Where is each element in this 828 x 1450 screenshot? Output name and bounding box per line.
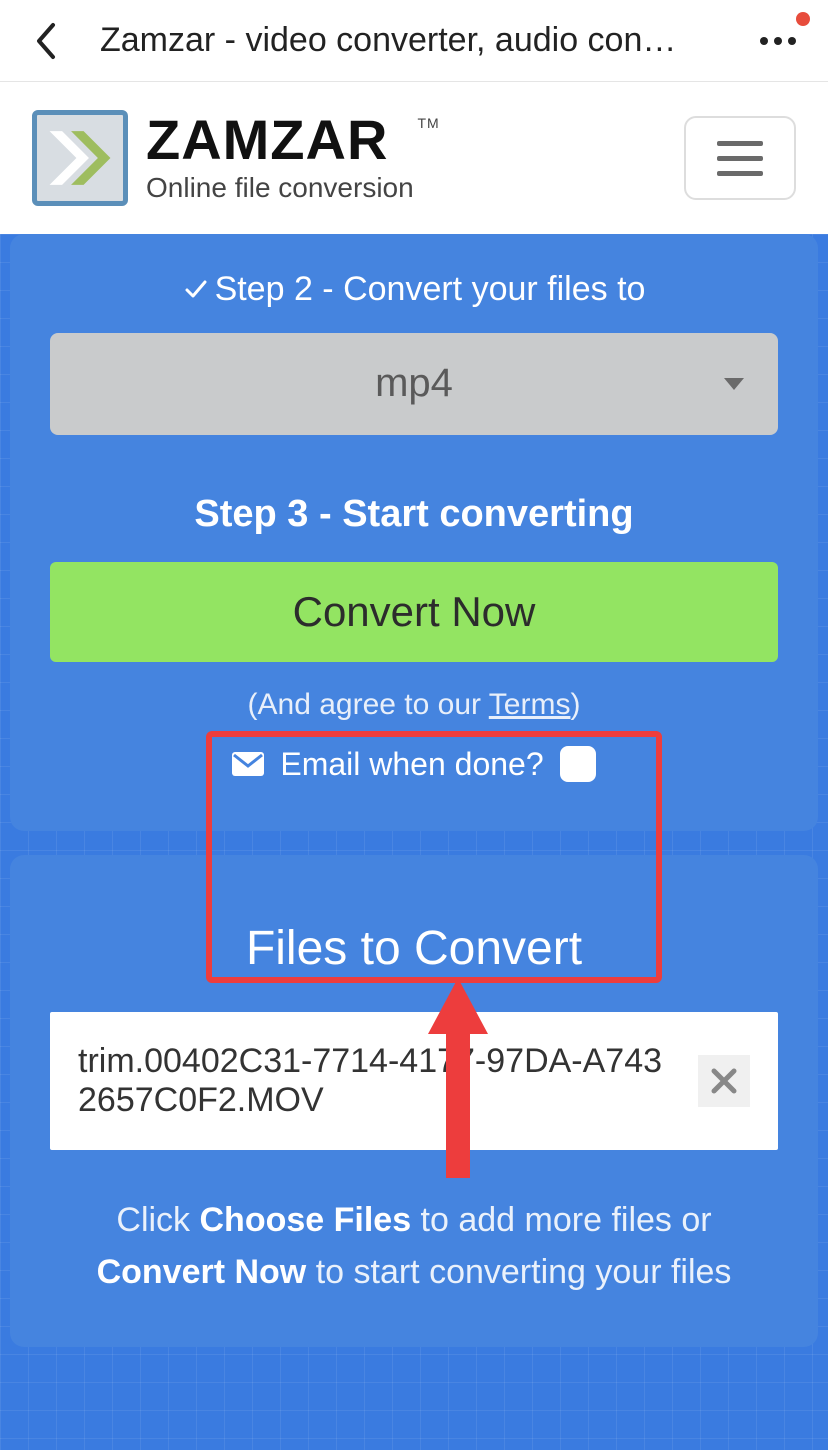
notification-dot-icon bbox=[796, 12, 810, 26]
step2-label: Step 2 - Convert your files to bbox=[50, 270, 778, 311]
brand-name: ZAMZARTM bbox=[146, 112, 414, 168]
file-remove-button[interactable] bbox=[698, 1055, 750, 1107]
menu-toggle-button[interactable] bbox=[684, 116, 796, 200]
more-horizontal-icon bbox=[760, 37, 796, 45]
trademark-label: TM bbox=[417, 116, 439, 130]
chevron-left-icon bbox=[34, 22, 56, 60]
email-when-done-label: Email when done? bbox=[280, 746, 543, 783]
file-name: trim.00402C31-7714-4177-97DA-A7432657C0F… bbox=[78, 1042, 678, 1120]
brand-tagline: Online file conversion bbox=[146, 172, 414, 204]
mail-icon bbox=[232, 752, 264, 776]
files-hint: Click Choose Files to add more files or … bbox=[50, 1194, 778, 1299]
step3-label: Step 3 - Start converting bbox=[50, 493, 778, 536]
terms-text: (And agree to our Terms) bbox=[50, 688, 778, 722]
terms-link[interactable]: Terms bbox=[489, 688, 571, 721]
browser-bar: Zamzar - video converter, audio con… bbox=[0, 0, 828, 82]
site-header: ZAMZARTM Online file conversion bbox=[0, 82, 828, 234]
back-button[interactable] bbox=[20, 16, 70, 66]
hamburger-icon bbox=[717, 141, 763, 176]
logo[interactable]: ZAMZARTM Online file conversion bbox=[32, 110, 414, 206]
check-icon bbox=[183, 272, 209, 311]
page-title: Zamzar - video converter, audio con… bbox=[100, 21, 738, 60]
email-when-done-row: Email when done? bbox=[50, 746, 778, 783]
chevron-down-icon bbox=[724, 378, 744, 390]
convert-now-button[interactable]: Convert Now bbox=[50, 562, 778, 662]
file-item: trim.00402C31-7714-4177-97DA-A7432657C0F… bbox=[50, 1012, 778, 1150]
close-icon bbox=[710, 1067, 738, 1095]
files-card: Files to Convert trim.00402C31-7714-4177… bbox=[10, 855, 818, 1347]
format-select[interactable]: mp4 bbox=[50, 333, 778, 435]
more-menu-button[interactable] bbox=[748, 16, 808, 66]
logo-icon bbox=[32, 110, 128, 206]
format-select-value: mp4 bbox=[375, 361, 453, 406]
files-title: Files to Convert bbox=[50, 921, 778, 976]
conversion-steps-card: Step 2 - Convert your files to mp4 Step … bbox=[10, 234, 818, 831]
double-chevron-icon bbox=[37, 110, 123, 206]
main-area: Step 2 - Convert your files to mp4 Step … bbox=[0, 234, 828, 1450]
email-when-done-checkbox[interactable] bbox=[560, 746, 596, 782]
